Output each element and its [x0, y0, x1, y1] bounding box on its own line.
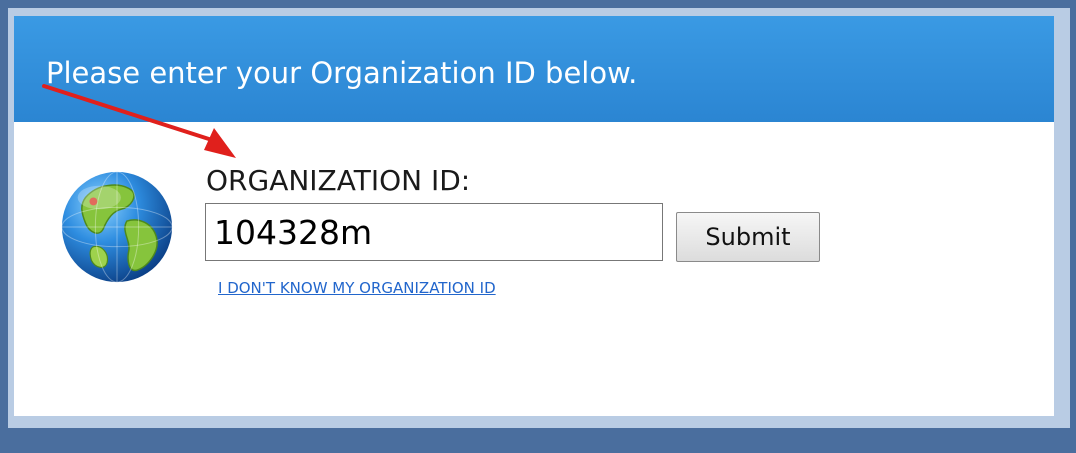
login-panel: Please enter your Organization ID below.…	[14, 16, 1054, 416]
panel-header: Please enter your Organization ID below.	[14, 16, 1054, 122]
organization-id-input[interactable]	[205, 203, 663, 261]
submit-button[interactable]: Submit	[676, 212, 820, 262]
organization-id-label: ORGANIZATION ID:	[206, 164, 471, 197]
forgot-organization-id-link[interactable]: I DON'T KNOW MY ORGANIZATION ID	[218, 279, 496, 297]
globe-icon	[61, 171, 173, 283]
header-title: Please enter your Organization ID below.	[46, 56, 638, 90]
